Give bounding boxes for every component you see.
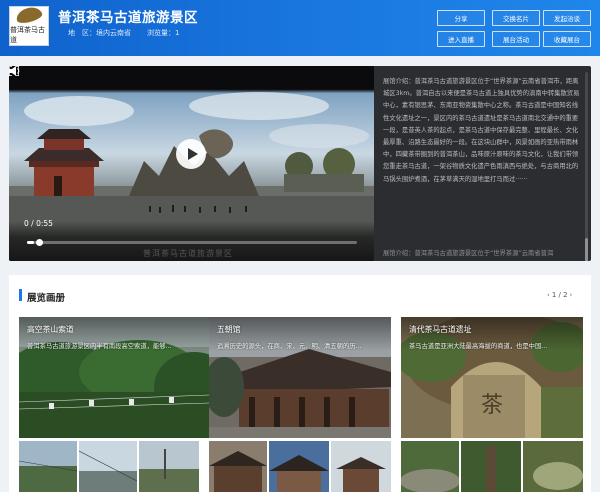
thumbnail-image [79,441,137,492]
thumbnail-image [19,441,77,492]
share-button[interactable]: 分享 [437,10,485,26]
card-desc: 追溯历史的源头，在商、宋、元、明、清五朝的历... [217,343,362,350]
album-thumbnail[interactable] [401,441,459,492]
video-player[interactable]: 0 / 0:55 普洱茶马古道旅游景区 [9,66,374,261]
play-icon [187,148,198,160]
next-page-icon[interactable]: › [570,291,573,299]
card-desc: 茶马古道是亚洲大陆最高海拔的商道，也是中国... [409,343,548,350]
view-count: 浏览量：1 [147,29,180,37]
album-thumbnail[interactable] [139,441,199,492]
exhibit-intro-text-next: 展馆介绍：普洱茶马古道旅游景区位于“世界茶源”云南省普洱 [383,250,554,257]
location-text: 地 区：境内云南省 [68,29,131,37]
album-section: 展览画册 ‹ 1 / 2 › 高空茶山索道 普洱茶马古道旅游景区内半有南段高空索… [9,275,591,492]
booth-activity-button[interactable]: 展台活动 [492,31,540,47]
page-title: 普洱茶马古道旅游景区 [58,10,198,26]
start-talk-button[interactable]: 发起洽谈 [543,10,591,26]
thumbnail-image [331,441,391,492]
video-caption: 普洱茶马古道旅游景区 [143,249,233,258]
play-button[interactable] [176,139,206,169]
thumbnail-image [269,441,329,492]
album-card-five-dynasty-hall[interactable]: 五朝馆 追溯历史的源头，在商、宋、元、明、清五朝的历... [209,317,391,438]
fullscreen-icon[interactable] [9,66,19,76]
thumbnail-image [139,441,199,492]
enter-live-button[interactable]: 进入直播 [437,31,485,47]
tea-leaf-icon [14,4,44,25]
card-desc: 普洱茶马古道旅游景区内半有南段高空索道，能够... [27,343,172,350]
exhibit-intro-text: 展馆介绍：普洱茶马古道旅游景区位于“世界茶源”云南省普洱市，距离城区3km。普洱… [383,78,580,183]
thumbnail-image [401,441,459,492]
thumbnail-image [461,441,521,492]
album-thumbnail[interactable] [19,441,77,492]
card-title: 高空茶山索道 [27,325,74,334]
video-progress-bar[interactable] [27,239,357,246]
prev-page-icon[interactable]: ‹ [547,291,550,299]
svg-text:茶: 茶 [481,393,503,418]
favorite-booth-button[interactable]: 收藏展台 [543,31,591,47]
section-accent-bar [19,289,22,301]
album-card-qing-road-site[interactable]: 茶 清代茶马古道遗址 茶马古道是亚洲大陆最高海拔的商道，也是中国... [401,317,583,438]
progress-knob[interactable] [36,239,43,246]
album-title: 展览画册 [27,293,66,304]
album-thumbnail[interactable] [79,441,137,492]
album-thumbnail[interactable] [523,441,583,492]
exhibit-meta: 地 区：境内云南省 浏览量：1 [68,28,179,38]
intro-scroll-thumb[interactable] [585,238,588,261]
video-time: 0 / 0:55 [24,219,53,228]
album-thumbnail[interactable] [461,441,521,492]
card-title: 五朝馆 [217,325,241,334]
album-thumbnail[interactable] [269,441,329,492]
card-title: 清代茶马古道遗址 [409,325,472,334]
logo-text: 普洱茶马古道 [10,25,45,44]
album-pager: ‹ 1 / 2 › [547,291,572,299]
header: 普洱茶马古道 普洱茶马古道旅游景区 地 区：境内云南省 浏览量：1 分享 交换名… [0,0,600,56]
exchange-card-button[interactable]: 交换名片 [492,10,540,26]
brand-logo: 普洱茶马古道 [9,4,49,46]
video-intro-panel: 0 / 0:55 普洱茶马古道旅游景区 展馆介绍：普洱茶马古道旅游景区位于“世界… [9,66,591,261]
album-thumbnail[interactable] [331,441,391,492]
progress-fill [27,241,34,244]
album-thumbnail[interactable] [209,441,267,492]
thumbnail-image [523,441,583,492]
album-card-ropeway[interactable]: 高空茶山索道 普洱茶马古道旅游景区内半有南段高空索道，能够... [19,317,209,438]
page-indicator: 1 / 2 [551,291,568,299]
thumbnail-image [209,441,267,492]
intro-scrollbar[interactable] [585,72,588,261]
